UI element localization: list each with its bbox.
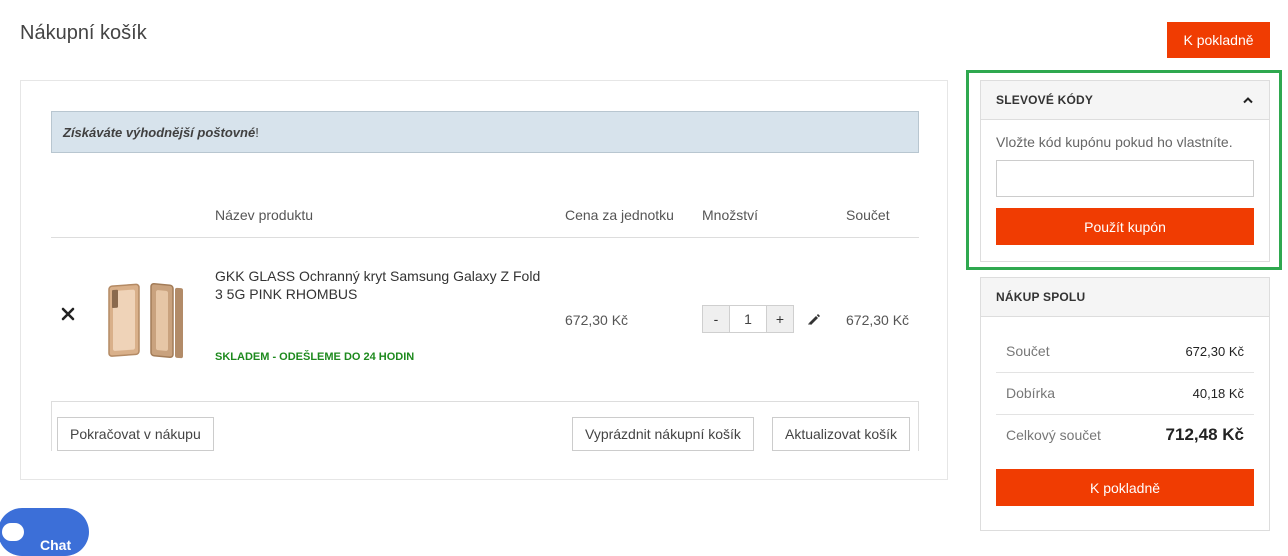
cart-panel: Získáváte výhodnější poštovné! Název pro… bbox=[20, 80, 948, 480]
summary-row-cod: Dobírka 40,18 Kč bbox=[996, 372, 1254, 415]
chat-widget-button[interactable]: Chat bbox=[0, 508, 89, 556]
line-total: 672,30 Kč bbox=[846, 312, 910, 328]
column-header-unit-price: Cena za jednotku bbox=[565, 207, 674, 223]
checkout-button-bottom[interactable]: K pokladně bbox=[996, 469, 1254, 506]
stock-status: SKLADEM - ODEŠLEME DO 24 HODIN bbox=[215, 351, 415, 363]
coupon-panel-header[interactable]: SLEVOVÉ KÓDY bbox=[981, 81, 1269, 120]
coupon-panel: SLEVOVÉ KÓDY Vložte kód kupónu pokud ho … bbox=[980, 80, 1270, 262]
summary-row-subtotal: Součet 672,30 Kč bbox=[996, 330, 1254, 373]
checkout-button-top[interactable]: K pokladně bbox=[1167, 22, 1270, 58]
coupon-panel-title: SLEVOVÉ KÓDY bbox=[996, 93, 1094, 107]
summary-panel-title: NÁKUP SPOLU bbox=[996, 290, 1086, 304]
apply-coupon-button[interactable]: Použít kupón bbox=[996, 208, 1254, 245]
column-header-quantity: Množství bbox=[702, 207, 759, 223]
summary-label: Celkový součet bbox=[1006, 427, 1101, 443]
page-title: Nákupní košík bbox=[20, 22, 147, 44]
shipping-banner-text: Získáváte výhodnější poštovné bbox=[63, 124, 256, 140]
shipping-banner: Získáváte výhodnější poštovné! bbox=[51, 111, 919, 153]
summary-label: Součet bbox=[1006, 343, 1050, 359]
chat-bubble-icon bbox=[2, 523, 24, 541]
close-icon[interactable] bbox=[61, 307, 75, 321]
chevron-up-icon[interactable] bbox=[1242, 96, 1254, 104]
coupon-code-input[interactable] bbox=[996, 160, 1254, 197]
summary-row-grand-total: Celkový součet 712,48 Kč bbox=[996, 414, 1254, 456]
quantity-input[interactable] bbox=[730, 305, 766, 333]
summary-value: 672,30 Kč bbox=[1185, 343, 1244, 359]
product-image[interactable] bbox=[99, 277, 191, 359]
empty-cart-button[interactable]: Vyprázdnit nákupní košík bbox=[572, 417, 754, 451]
coupon-hint: Vložte kód kupónu pokud ho vlastníte. bbox=[996, 134, 1233, 150]
summary-value: 40,18 Kč bbox=[1192, 385, 1244, 401]
cart-actions: Pokračovat v nákupu Vyprázdnit nákupní k… bbox=[51, 401, 919, 451]
summary-value: 712,48 Kč bbox=[1165, 425, 1244, 444]
pencil-icon[interactable] bbox=[806, 312, 820, 326]
chat-label: Chat bbox=[40, 537, 72, 553]
summary-panel-header: NÁKUP SPOLU bbox=[981, 278, 1269, 317]
shipping-banner-suffix: ! bbox=[255, 124, 259, 140]
column-header-total: Součet bbox=[846, 207, 890, 223]
continue-shopping-button[interactable]: Pokračovat v nákupu bbox=[57, 417, 214, 451]
unit-price: 672,30 Kč bbox=[565, 312, 629, 328]
summary-panel: NÁKUP SPOLU Součet 672,30 Kč Dobírka 40,… bbox=[980, 277, 1270, 531]
quantity-increase-button[interactable]: + bbox=[766, 305, 794, 333]
quantity-decrease-button[interactable]: - bbox=[702, 305, 730, 333]
column-header-product: Název produktu bbox=[215, 207, 314, 223]
header-divider bbox=[51, 237, 919, 238]
update-cart-button[interactable]: Aktualizovat košík bbox=[772, 417, 911, 451]
product-name-link[interactable]: GKK GLASS Ochranný kryt Samsung Galaxy Z… bbox=[215, 267, 545, 303]
summary-label: Dobírka bbox=[1006, 385, 1056, 401]
quantity-stepper: - + bbox=[702, 305, 794, 333]
